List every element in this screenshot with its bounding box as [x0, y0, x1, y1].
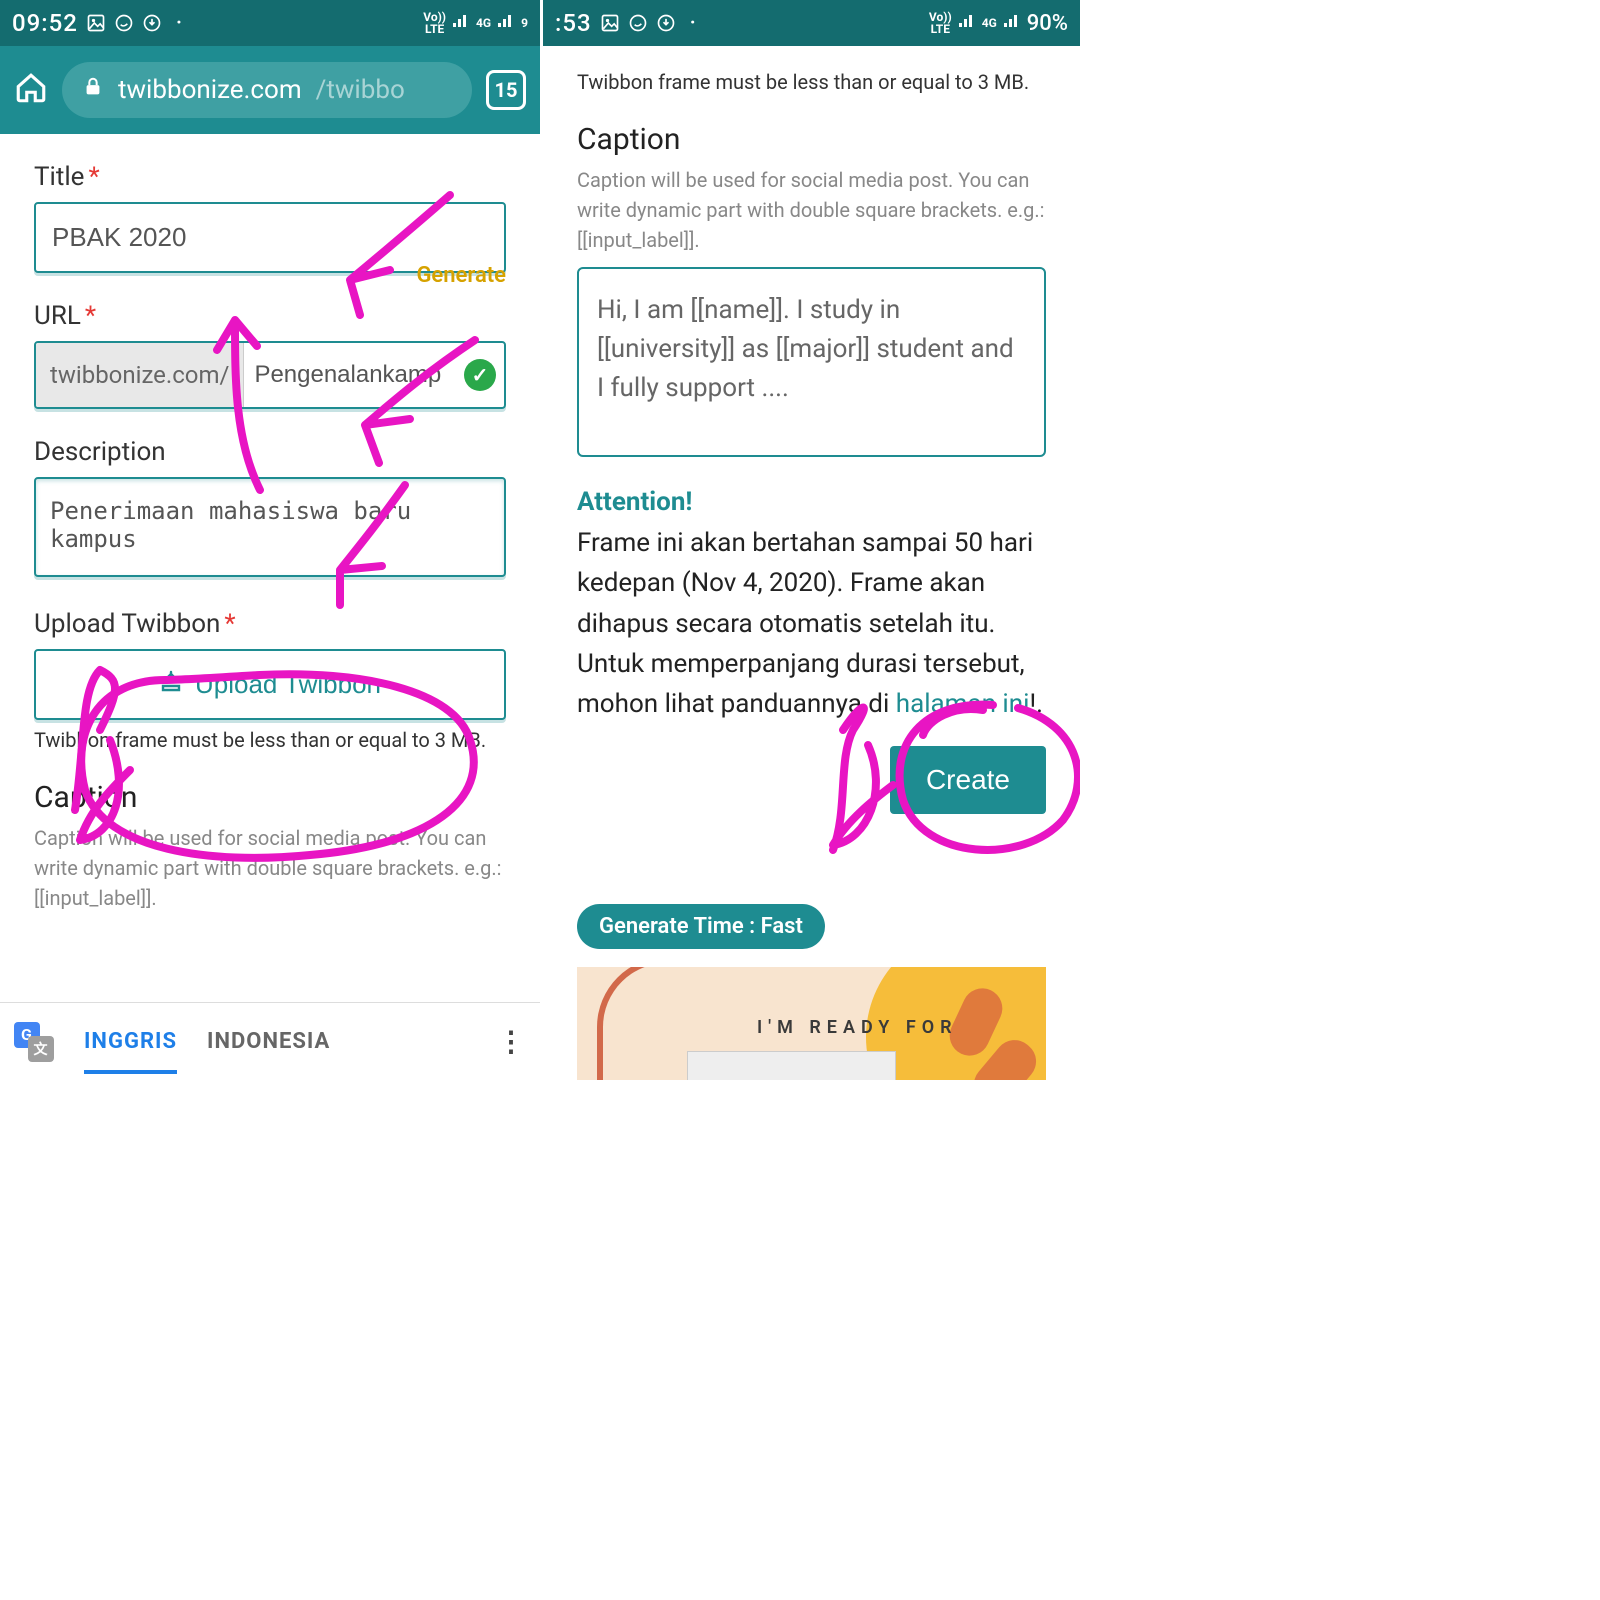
url-valid-icon: ✓: [464, 359, 496, 391]
generate-time-badge: Generate Time : Fast: [577, 904, 825, 949]
4g-indicator: 4G: [476, 17, 491, 29]
attention-text: Frame ini akan bertahan sampai 50 hari k…: [577, 523, 1046, 724]
caption-heading: Caption: [34, 780, 506, 815]
upload-icon: [159, 669, 183, 700]
image-icon: [86, 13, 106, 33]
signal-bars-icon: [497, 14, 515, 32]
download-icon: [142, 13, 162, 33]
attention-link[interactable]: halaman ini: [896, 689, 1030, 719]
url-path: /twibbo: [316, 75, 405, 105]
caption-input[interactable]: Hi, I am [[name]]. I study in [[universi…: [577, 267, 1046, 457]
image-icon: [600, 13, 620, 33]
tab-switcher[interactable]: 15: [486, 70, 526, 110]
banner-text: I'M READY FOR: [757, 1017, 958, 1038]
browser-toolbar: twibbonize.com/twibbo 15: [0, 46, 540, 134]
generate-url-link[interactable]: Generate: [416, 263, 506, 288]
create-button[interactable]: Create: [890, 746, 1046, 814]
url-label: URL*: [34, 301, 506, 331]
left-screenshot: 09:52 · Vo)) LTE 4G 9: [0, 0, 540, 1080]
caption-hint: Caption will be used for social media po…: [577, 165, 1046, 255]
upload-twibbon-button[interactable]: Upload Twibbon: [34, 649, 506, 720]
attention-heading: Attention!: [577, 487, 1046, 517]
more-options-icon[interactable]: ⋮: [497, 1025, 526, 1058]
language-tab-english[interactable]: INGGRIS: [84, 1029, 177, 1054]
volte-indicator: Vo)) LTE: [929, 11, 952, 35]
whatsapp-icon: [114, 13, 134, 33]
form-content: Title* URL* Generate twibbonize.com/ ✓ D…: [0, 134, 540, 913]
url-input-group: twibbonize.com/ ✓: [34, 341, 506, 409]
volte-indicator: Vo)) LTE: [423, 11, 446, 35]
upload-size-hint: Twibbon frame must be less than or equal…: [577, 70, 1046, 94]
twibbon-preview: I'M READY FOR: [577, 967, 1046, 1080]
url-slug-input[interactable]: [244, 343, 460, 407]
title-label: Title*: [34, 162, 506, 192]
4g-indicator: 4G: [982, 17, 997, 29]
caption-heading: Caption: [577, 122, 1046, 157]
right-screenshot: :53 · Vo)) LTE 4G 90% Twibbon frame must…: [540, 0, 1080, 1080]
signal-bars-icon: [452, 14, 470, 32]
download-icon: [656, 13, 676, 33]
upload-size-hint: Twibbon frame must be less than or equal…: [34, 728, 506, 752]
google-translate-icon[interactable]: G文: [14, 1022, 54, 1062]
upload-label: Upload Twibbon*: [34, 609, 506, 639]
status-dot: ·: [176, 11, 182, 36]
signal-bars-icon: [1003, 14, 1021, 32]
status-bar: :53 · Vo)) LTE 4G 90%: [543, 0, 1080, 46]
whatsapp-icon: [628, 13, 648, 33]
signal-bars-icon: [958, 14, 976, 32]
caption-hint: Caption will be used for social media po…: [34, 823, 506, 913]
description-label: Description: [34, 437, 506, 467]
url-prefix: twibbonize.com/: [36, 343, 244, 407]
status-bar: 09:52 · Vo)) LTE 4G 9: [0, 0, 540, 46]
url-domain: twibbonize.com: [118, 75, 302, 105]
clock: :53: [555, 9, 592, 37]
form-content: Twibbon frame must be less than or equal…: [543, 46, 1080, 1080]
google-translate-bar: G文 INGGRIS INDONESIA ⋮: [0, 1002, 540, 1080]
address-bar[interactable]: twibbonize.com/twibbo: [62, 62, 472, 118]
clock: 09:52: [12, 9, 78, 37]
home-icon[interactable]: [14, 71, 48, 109]
lock-icon: [82, 75, 104, 105]
upload-button-label: Upload Twibbon: [195, 669, 381, 700]
battery-text: 90%: [1027, 11, 1068, 36]
description-input[interactable]: [34, 477, 506, 577]
language-tab-indonesia[interactable]: INDONESIA: [207, 1029, 330, 1054]
battery-partial: 9: [521, 17, 528, 29]
status-dot: ·: [690, 11, 696, 36]
